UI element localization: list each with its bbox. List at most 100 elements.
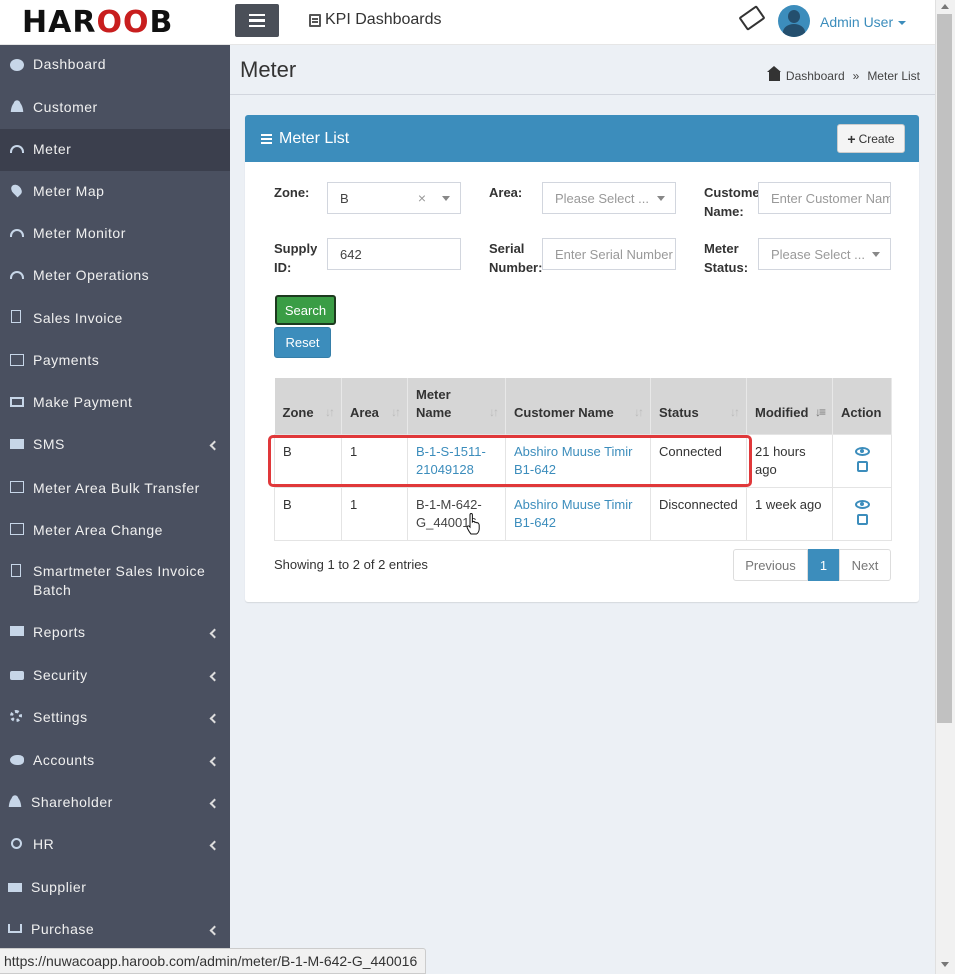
create-button[interactable]: + Create <box>837 124 905 153</box>
reports-icon <box>10 626 24 636</box>
customer-name-placeholder: Enter Customer Name <box>771 190 891 206</box>
sidebar-item-smartmeter-sales-invoice-batch[interactable]: Smartmeter Sales Invoice Batch <box>0 551 230 611</box>
sort-icon: ↓↑ <box>489 404 499 419</box>
sidebar-item-meter-map[interactable]: Meter Map <box>0 171 230 213</box>
supply-id-value: 642 <box>340 246 362 262</box>
home-icon <box>766 65 781 81</box>
chevron-left-icon <box>209 756 220 767</box>
zone-label: Zone: <box>274 185 310 200</box>
pie-chart-icon <box>10 59 24 71</box>
sidebar-item-meter-area-change[interactable]: Meter Area Change <box>0 509 230 551</box>
sidebar-item-customer[interactable]: Customer <box>0 87 230 129</box>
ticket-icon[interactable] <box>738 5 766 31</box>
sidebar-item-meter-area-bulk-transfer[interactable]: Meter Area Bulk Transfer <box>0 467 230 509</box>
sort-desc-icon: ↓≡ <box>814 404 826 419</box>
link-status-bar: https://nuwacoapp.haroob.com/admin/meter… <box>0 948 427 974</box>
meter-status-select[interactable]: Please Select ... <box>758 238 891 270</box>
column-header-action-label: Action <box>841 404 882 420</box>
scroll-down-icon[interactable] <box>941 962 949 967</box>
credit-card-icon <box>10 397 24 407</box>
lock-icon <box>10 671 24 680</box>
column-header-customer-name[interactable]: Customer Name ↓↑ <box>505 378 651 434</box>
sidebar-item-shareholder[interactable]: Shareholder <box>0 781 230 823</box>
kpi-dashboards-label: KPI Dashboards <box>325 11 442 28</box>
serial-number-label: Serial Number: <box>489 239 542 277</box>
area-select-placeholder: Please Select ... <box>555 190 649 206</box>
customer-name-label-line2: Name: <box>704 204 744 219</box>
scrollbar-thumb[interactable] <box>937 14 952 723</box>
previous-page-button[interactable]: Previous <box>733 549 808 581</box>
kpi-icon <box>309 13 321 27</box>
area-select[interactable]: Please Select ... <box>542 182 676 214</box>
column-header-area[interactable]: Area ↓↑ <box>341 378 408 434</box>
sidebar-item-reports[interactable]: Reports <box>0 611 230 654</box>
scroll-up-icon[interactable] <box>941 4 949 9</box>
column-header-status[interactable]: Status ↓↑ <box>650 378 747 434</box>
customer-name-label: Customer Name: <box>704 183 758 221</box>
customer-name-label-line1: Customer <box>704 185 758 200</box>
cell-modified: 1 week ago <box>746 486 833 541</box>
sidebar-item-meter[interactable]: Meter <box>0 129 230 171</box>
serial-number-input[interactable]: Enter Serial Number <box>542 238 676 270</box>
sidebar-item-hr[interactable]: HR <box>0 823 230 866</box>
view-icon[interactable] <box>854 499 870 509</box>
credit-card-icon <box>10 354 24 366</box>
sidebar-item-supplier[interactable]: Supplier <box>0 866 230 908</box>
sidebar-toggle-button[interactable] <box>235 4 279 37</box>
sidebar-item-make-payment[interactable]: Make Payment <box>0 382 230 424</box>
breadcrumb-current: Meter List <box>867 69 920 83</box>
next-page-button[interactable]: Next <box>839 549 891 581</box>
user-menu[interactable]: Admin User <box>820 14 907 30</box>
table-header-row: Zone ↓↑ Area ↓↑ Meter Name ↓↑ Customer Name ↓… <box>274 378 892 434</box>
search-button[interactable]: Search <box>275 295 336 325</box>
cell-action <box>832 486 892 541</box>
cell-modified: 21 hours ago <box>746 433 833 488</box>
user-icon <box>10 100 24 112</box>
chevron-left-icon <box>209 440 220 451</box>
content-divider <box>230 94 935 95</box>
view-icon[interactable] <box>854 446 870 456</box>
kpi-dashboards-link[interactable]: KPI Dashboards <box>309 11 442 29</box>
supply-id-input[interactable]: 642 <box>327 238 461 270</box>
sidebar-item-meter-monitor[interactable]: Meter Monitor <box>0 213 230 255</box>
sidebar-item-meter-operations[interactable]: Meter Operations <box>0 255 230 297</box>
sidebar-item-accounts[interactable]: Accounts <box>0 739 230 781</box>
column-header-meter-name[interactable]: Meter Name ↓↑ <box>407 378 506 434</box>
sidebar-item-security[interactable]: Security <box>0 654 230 696</box>
column-header-modified[interactable]: Modified ↓≡ <box>746 378 833 434</box>
cell-status: Disconnected <box>650 486 747 541</box>
logo[interactable]: HAROOB <box>0 0 230 45</box>
breadcrumb-dashboard-link[interactable]: Dashboard <box>786 69 845 83</box>
plus-icon: + <box>847 130 856 147</box>
meter-status-label-line2: Status: <box>704 260 749 275</box>
customer-name-input[interactable]: Enter Customer Name <box>758 182 891 214</box>
sidebar-item-purchase[interactable]: Purchase <box>0 908 230 950</box>
serial-number-label-line1: Serial <box>489 241 525 256</box>
reset-button[interactable]: Reset <box>274 327 331 358</box>
chevron-left-icon <box>209 628 220 639</box>
column-header-modified-label: Modified <box>755 404 809 420</box>
breadcrumb: Dashboard » Meter List <box>766 65 920 83</box>
column-header-zone[interactable]: Zone ↓↑ <box>274 378 342 434</box>
column-header-customer-name-label: Customer Name <box>514 404 614 420</box>
sms-icon <box>10 439 24 449</box>
zone-select[interactable]: B × <box>327 182 461 214</box>
sidebar-item-settings[interactable]: Settings <box>0 696 230 739</box>
gauge-icon <box>10 271 24 279</box>
chevron-left-icon <box>209 925 220 936</box>
sort-icon: ↓↑ <box>634 404 644 419</box>
sidebar-item-sms[interactable]: SMS <box>0 424 230 467</box>
sidebar-item-sales-invoice[interactable]: Sales Invoice <box>0 297 230 340</box>
clear-icon[interactable]: × <box>418 190 426 206</box>
cart-icon <box>8 924 22 933</box>
supply-id-label-line2: ID: <box>274 260 292 275</box>
page-1-button[interactable]: 1 <box>808 549 839 581</box>
box-title-text: Meter List <box>279 130 350 147</box>
edit-icon[interactable] <box>856 460 868 472</box>
avatar[interactable] <box>778 5 810 37</box>
customer-name-link[interactable]: Abshiro Muuse Timir B1-642 <box>514 497 632 530</box>
cell-area: 1 <box>341 486 408 541</box>
sidebar-item-dashboard[interactable]: Dashboard <box>0 45 230 85</box>
edit-icon[interactable] <box>856 513 868 525</box>
sidebar-item-payments[interactable]: Payments <box>0 340 230 382</box>
